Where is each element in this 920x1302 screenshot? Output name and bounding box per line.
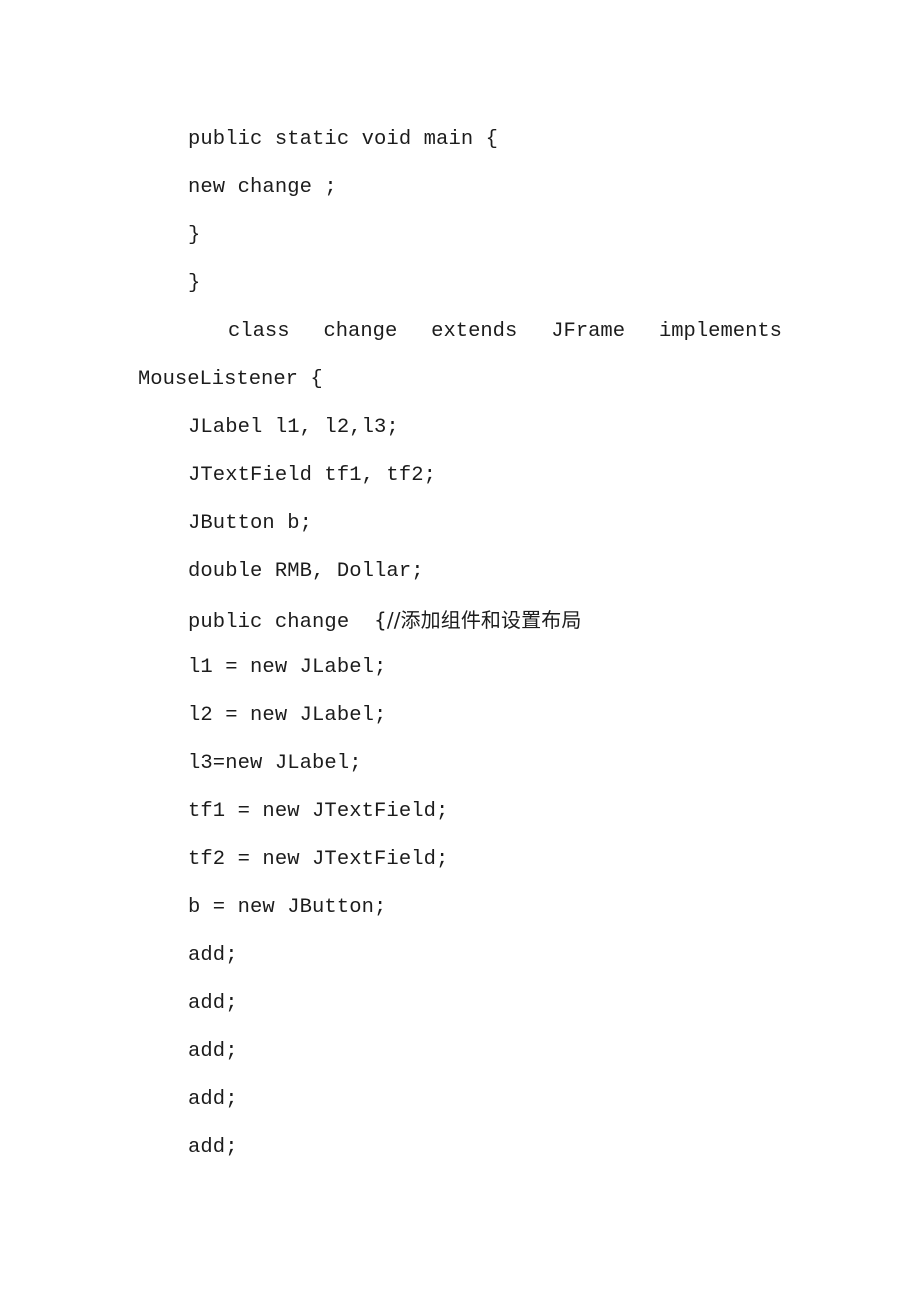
code-line-add-1: add; bbox=[188, 944, 238, 967]
class-declaration-rows: class change extends JFrame implements M… bbox=[138, 308, 782, 404]
code-line-add-2: add; bbox=[188, 992, 238, 1015]
code-line-add-4: add; bbox=[188, 1088, 238, 1111]
document-text-block: public static void main { new change ; }… bbox=[138, 116, 782, 1172]
code-line-l2-assignment: l2 = new JLabel; bbox=[188, 704, 387, 727]
constructor-signature: public change bbox=[188, 611, 375, 634]
code-line-public-static-void-main: public static void main { bbox=[188, 128, 499, 151]
code-line-tf2-assignment: tf2 = new JTextField; bbox=[188, 848, 449, 871]
identifier-change: change bbox=[323, 320, 398, 343]
code-line-tf1-assignment: tf1 = new JTextField; bbox=[188, 800, 449, 823]
code-line-class-declaration: class change extends JFrame implements M… bbox=[138, 308, 782, 404]
type-mouselistener: MouseListener { bbox=[138, 368, 323, 391]
code-line-jbutton-declaration: JButton b; bbox=[188, 512, 313, 535]
code-line-close-brace-1: } bbox=[188, 224, 201, 247]
code-line-double-declaration: double RMB, Dollar; bbox=[188, 560, 424, 583]
code-line-close-brace-2: } bbox=[188, 272, 201, 295]
document-page: public static void main { new change ; }… bbox=[0, 0, 920, 1302]
keyword-class: class bbox=[228, 320, 290, 343]
code-line-b-assignment: b = new JButton; bbox=[188, 896, 387, 919]
code-line-add-3: add; bbox=[188, 1040, 238, 1063]
code-line-constructor-with-comment: public change {//添加组件和设置布局 bbox=[138, 596, 782, 644]
class-declaration-row-first: class change extends JFrame implements bbox=[138, 308, 782, 356]
keyword-implements: implements bbox=[658, 320, 782, 343]
inline-chinese-comment: {//添加组件和设置布局 bbox=[374, 608, 582, 632]
class-declaration-row-second: MouseListener { bbox=[138, 356, 782, 404]
code-line-l3-assignment: l3=new JLabel; bbox=[188, 752, 362, 775]
code-line-jtextfield-declaration: JTextField tf1, tf2; bbox=[188, 464, 437, 487]
keyword-extends: extends bbox=[431, 320, 518, 343]
code-line-l1-assignment: l1 = new JLabel; bbox=[188, 656, 387, 679]
code-line-jlabel-declaration: JLabel l1, l2,l3; bbox=[188, 416, 399, 439]
code-line-add-5: add; bbox=[188, 1136, 238, 1159]
code-line-new-change: new change ; bbox=[188, 176, 337, 199]
type-jframe: JFrame bbox=[551, 320, 626, 343]
